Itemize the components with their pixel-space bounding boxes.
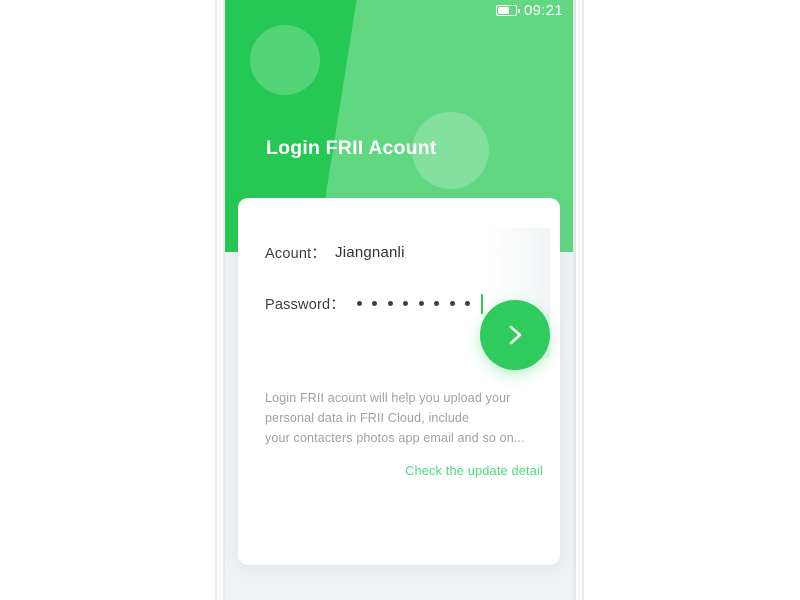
page-title: Login FRII Acount (266, 137, 437, 159)
chevron-right-icon (509, 325, 522, 345)
decorative-circle-top (250, 25, 320, 95)
password-dot (434, 301, 440, 306)
password-dot (465, 301, 471, 306)
phone-screen: 09:21 Login FRII Acount Acount： Jiangnan… (225, 0, 573, 600)
password-dot (403, 301, 409, 306)
password-label: Password： (265, 297, 345, 313)
check-update-link[interactable]: Check the update detail (405, 463, 543, 478)
login-card: Acount： Jiangnanli Password： Login FRII … (238, 198, 560, 565)
phone-bezel-line (578, 0, 580, 600)
password-dot (449, 301, 455, 306)
description-line-3: your contacters photos app email and so … (265, 431, 525, 445)
phone-bezel-line (215, 0, 217, 600)
description-text: Login FRII acount will help you upload y… (265, 388, 535, 448)
status-bar-time: 09:21 (523, 2, 563, 19)
phone-bezel-line (582, 0, 584, 600)
battery-fill (497, 7, 509, 14)
submit-button[interactable] (480, 300, 550, 370)
account-field-row[interactable]: Acount： Jiangnanli (265, 242, 405, 263)
description-line-2: personal data in FRII Cloud, include (265, 411, 470, 425)
phone-bezel-line (573, 0, 576, 600)
phone-bezel-line (219, 0, 221, 600)
battery-icon (495, 5, 520, 16)
status-bar: 09:21 (495, 2, 563, 19)
app-stage: 09:21 Login FRII Acount Acount： Jiangnan… (0, 0, 800, 600)
password-field-row[interactable]: Password： (265, 293, 484, 314)
password-dot (418, 301, 424, 306)
password-input[interactable] (356, 301, 471, 306)
password-dot (387, 301, 393, 306)
description-line-1: Login FRII acount will help you upload y… (265, 391, 511, 405)
text-caret (481, 293, 484, 314)
password-dot (372, 301, 378, 306)
account-input[interactable]: Jiangnanli (335, 244, 405, 261)
account-label: Acount： (265, 246, 327, 262)
password-dot (356, 301, 362, 306)
